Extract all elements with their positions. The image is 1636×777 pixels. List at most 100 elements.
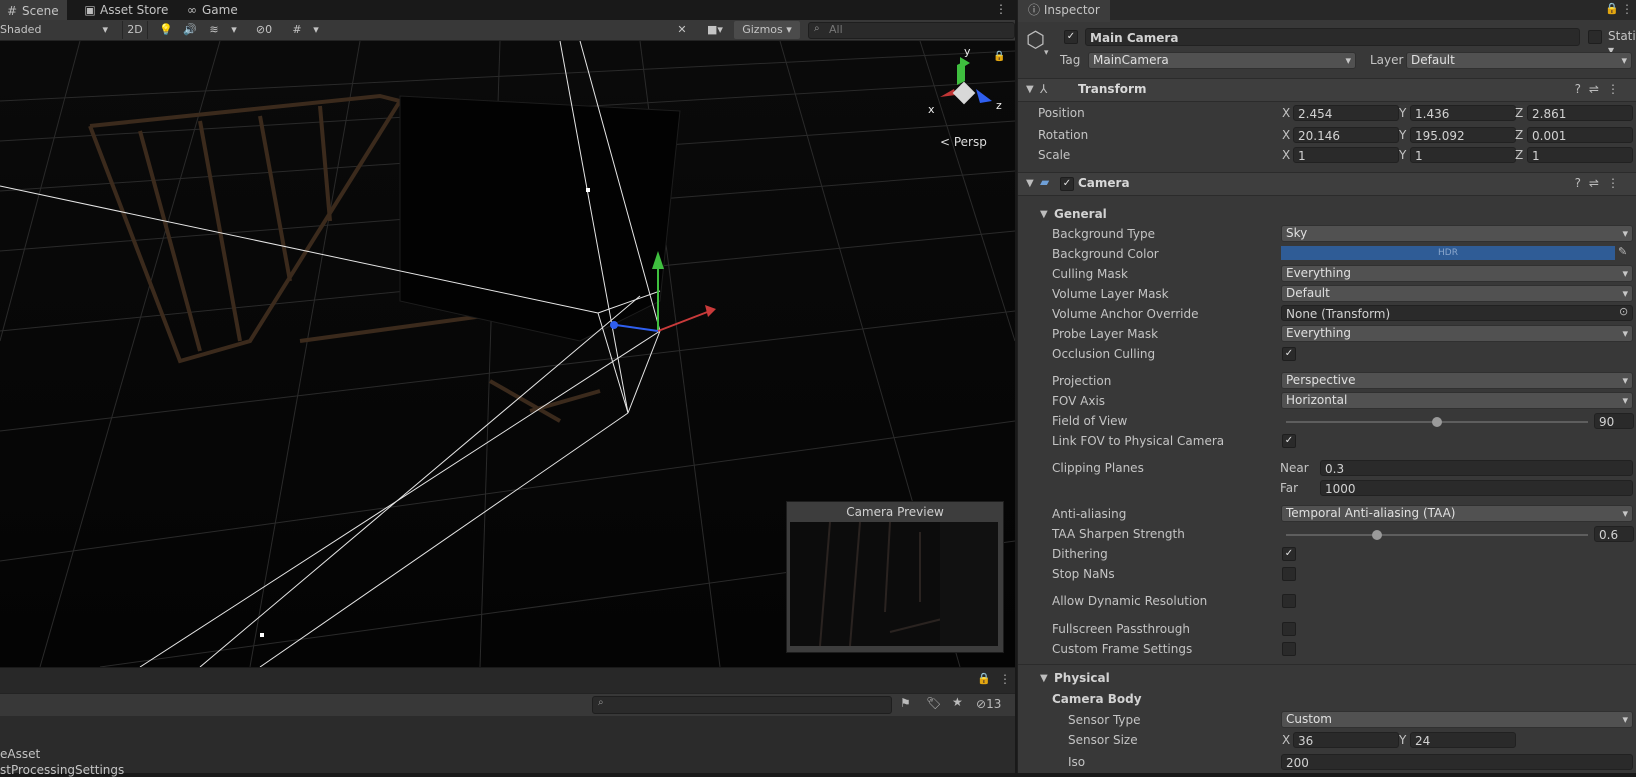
effects-icon[interactable]: ≋ <box>204 21 224 39</box>
hidden-packages-toggle[interactable]: ⊘13 <box>976 697 1001 711</box>
draw-mode-dropdown[interactable]: Shaded ▾ <box>0 21 112 39</box>
static-checkbox[interactable] <box>1588 30 1602 44</box>
scene-search-input[interactable]: ⌕ All <box>808 22 1015 39</box>
general-foldout[interactable]: General <box>1054 207 1107 221</box>
rotation-z-field[interactable]: 0.001 <box>1527 127 1633 143</box>
foldout-arrow-icon[interactable]: ▼ <box>1040 209 1048 220</box>
stop-nans-checkbox[interactable] <box>1282 567 1296 581</box>
field-of-view-field[interactable]: 90 <box>1594 413 1634 429</box>
custom-frame-settings-checkbox[interactable] <box>1282 642 1296 656</box>
scale-z-field[interactable]: 1 <box>1527 147 1633 163</box>
taa-slider-track[interactable] <box>1286 534 1588 536</box>
background-color-swatch[interactable]: HDR <box>1281 246 1615 260</box>
grid-dropdown-icon[interactable]: ▾ <box>310 21 322 39</box>
probe-layer-mask-dropdown[interactable]: Everything <box>1281 325 1633 342</box>
list-item[interactable]: stProcessingSettings <box>0 763 124 777</box>
rotation-y-field[interactable]: 195.092 <box>1410 127 1516 143</box>
tab-asset-store[interactable]: ▣ Asset Store <box>78 0 176 20</box>
project-search-input[interactable]: ⌕ <box>592 696 892 714</box>
position-label: Position <box>1038 106 1085 120</box>
link-fov-checkbox[interactable]: ✓ <box>1282 434 1296 448</box>
object-picker-icon[interactable]: ⊙ <box>1619 305 1628 318</box>
sensor-size-x-field[interactable]: 36 <box>1293 732 1399 748</box>
position-x-field[interactable]: 2.454 <box>1293 105 1399 121</box>
more-options-icon[interactable]: ⋮ <box>995 2 1007 16</box>
x-axis-label: X <box>1282 128 1291 142</box>
object-name-field[interactable]: Main Camera <box>1085 28 1580 46</box>
transform-header[interactable]: ▼ ⅄ Transform ?⇌⋮ <box>1018 78 1636 102</box>
tab-scene[interactable]: # Scene <box>0 0 67 22</box>
star-icon[interactable]: ★ <box>952 695 963 709</box>
list-item[interactable]: eAsset <box>0 747 40 761</box>
sensor-size-y-field[interactable]: 24 <box>1410 732 1516 748</box>
scale-x-field[interactable]: 1 <box>1293 147 1399 163</box>
lighting-icon[interactable]: 💡 <box>156 21 176 39</box>
camera-enabled-checkbox[interactable]: ✓ <box>1060 177 1074 191</box>
anti-aliasing-dropdown[interactable]: Temporal Anti-aliasing (TAA) <box>1281 505 1633 522</box>
more-options-icon[interactable]: ⋮ <box>999 672 1011 686</box>
chevron-down-icon[interactable]: ▾ <box>1044 48 1049 58</box>
camera-header[interactable]: ▼ ▰ ✓ Camera ?⇌⋮ <box>1018 172 1636 196</box>
fov-axis-dropdown[interactable]: Horizontal <box>1281 392 1633 409</box>
active-checkbox[interactable]: ✓ <box>1064 30 1078 44</box>
scale-y-field[interactable]: 1 <box>1410 147 1516 163</box>
eyedropper-icon[interactable]: ✎ <box>1618 245 1627 258</box>
far-clip-field[interactable]: 1000 <box>1320 480 1633 496</box>
component-actions[interactable]: ?⇌⋮ <box>1575 82 1627 96</box>
grid-toggle-icon[interactable]: # <box>288 21 306 39</box>
background-type-label: Background Type <box>1052 227 1155 241</box>
y-axis-label: Y <box>1399 128 1407 142</box>
taa-sharpen-field[interactable]: 0.6 <box>1594 526 1634 542</box>
tab-inspector[interactable]: ⓘ Inspector <box>1018 0 1110 22</box>
component-actions[interactable]: ?⇌⋮ <box>1575 176 1627 190</box>
probe-layer-mask-label: Probe Layer Mask <box>1052 327 1159 341</box>
rotation-x-field[interactable]: 20.146 <box>1293 127 1399 143</box>
fullscreen-passthrough-checkbox[interactable] <box>1282 622 1296 636</box>
volume-anchor-override-field[interactable]: None (Transform) <box>1281 305 1633 321</box>
layer-dropdown[interactable]: Default <box>1406 52 1632 69</box>
allow-dynamic-resolution-checkbox[interactable] <box>1282 594 1296 608</box>
dithering-checkbox[interactable]: ✓ <box>1282 547 1296 561</box>
transform-icon: ⅄ <box>1040 82 1048 96</box>
sensor-type-dropdown[interactable]: Custom <box>1281 711 1633 728</box>
tools-icon[interactable]: ✕ <box>672 21 692 39</box>
position-z-field[interactable]: 2.861 <box>1527 105 1633 121</box>
projection-dropdown[interactable]: Perspective <box>1281 372 1633 389</box>
volume-layer-mask-dropdown[interactable]: Default <box>1281 285 1633 302</box>
filter-type-icon[interactable]: ⚑ <box>900 696 911 710</box>
projection-label[interactable]: < Persp <box>940 135 987 149</box>
x-axis-label: X <box>1282 148 1291 162</box>
culling-mask-label: Culling Mask <box>1052 267 1128 281</box>
lock-icon[interactable]: 🔒 <box>993 51 1005 62</box>
fov-slider-handle[interactable] <box>1432 417 1442 427</box>
scene-tab-bar: # Scene ▣ Asset Store ∞ Game ⋮ <box>0 0 1015 22</box>
more-options-icon[interactable]: ⋮ <box>1621 2 1633 16</box>
foldout-arrow-icon[interactable]: ▼ <box>1040 673 1048 684</box>
background-type-dropdown[interactable]: Sky <box>1281 225 1633 242</box>
hidden-objects-toggle[interactable]: ⊘0 <box>246 21 282 39</box>
field-of-view-label: Field of View <box>1052 414 1128 428</box>
occlusion-culling-checkbox[interactable]: ✓ <box>1282 347 1296 361</box>
effects-dropdown-icon[interactable]: ▾ <box>228 21 240 39</box>
iso-field[interactable]: 200 <box>1281 754 1633 770</box>
position-y-field[interactable]: 1.436 <box>1410 105 1516 121</box>
physical-foldout[interactable]: Physical <box>1054 671 1110 685</box>
tab-game[interactable]: ∞ Game <box>180 0 246 20</box>
sensor-type-label: Sensor Type <box>1068 713 1141 727</box>
background-color-label: Background Color <box>1052 247 1159 261</box>
rotation-label: Rotation <box>1038 128 1089 142</box>
culling-mask-dropdown[interactable]: Everything <box>1281 265 1633 282</box>
scene-viewport[interactable]: y x z < Persp 🔒 Camera Preview <box>0 41 1015 667</box>
near-clip-field[interactable]: 0.3 <box>1320 460 1633 476</box>
camera-settings-icon[interactable]: ■▾ <box>700 21 730 39</box>
lock-icon[interactable]: 🔒 <box>1605 2 1619 15</box>
audio-icon[interactable]: 🔊 <box>180 21 200 39</box>
taa-slider-handle[interactable] <box>1371 530 1382 540</box>
gizmos-dropdown[interactable]: Gizmos ▾ <box>734 21 800 39</box>
mode-2d-button[interactable]: 2D <box>122 21 148 39</box>
sensor-size-label: Sensor Size <box>1068 733 1138 747</box>
tag-icon[interactable]: 🏷 <box>926 696 941 710</box>
lock-icon[interactable]: 🔒 <box>977 672 991 685</box>
tag-dropdown[interactable]: MainCamera <box>1088 52 1356 69</box>
fov-axis-label: FOV Axis <box>1052 394 1106 408</box>
